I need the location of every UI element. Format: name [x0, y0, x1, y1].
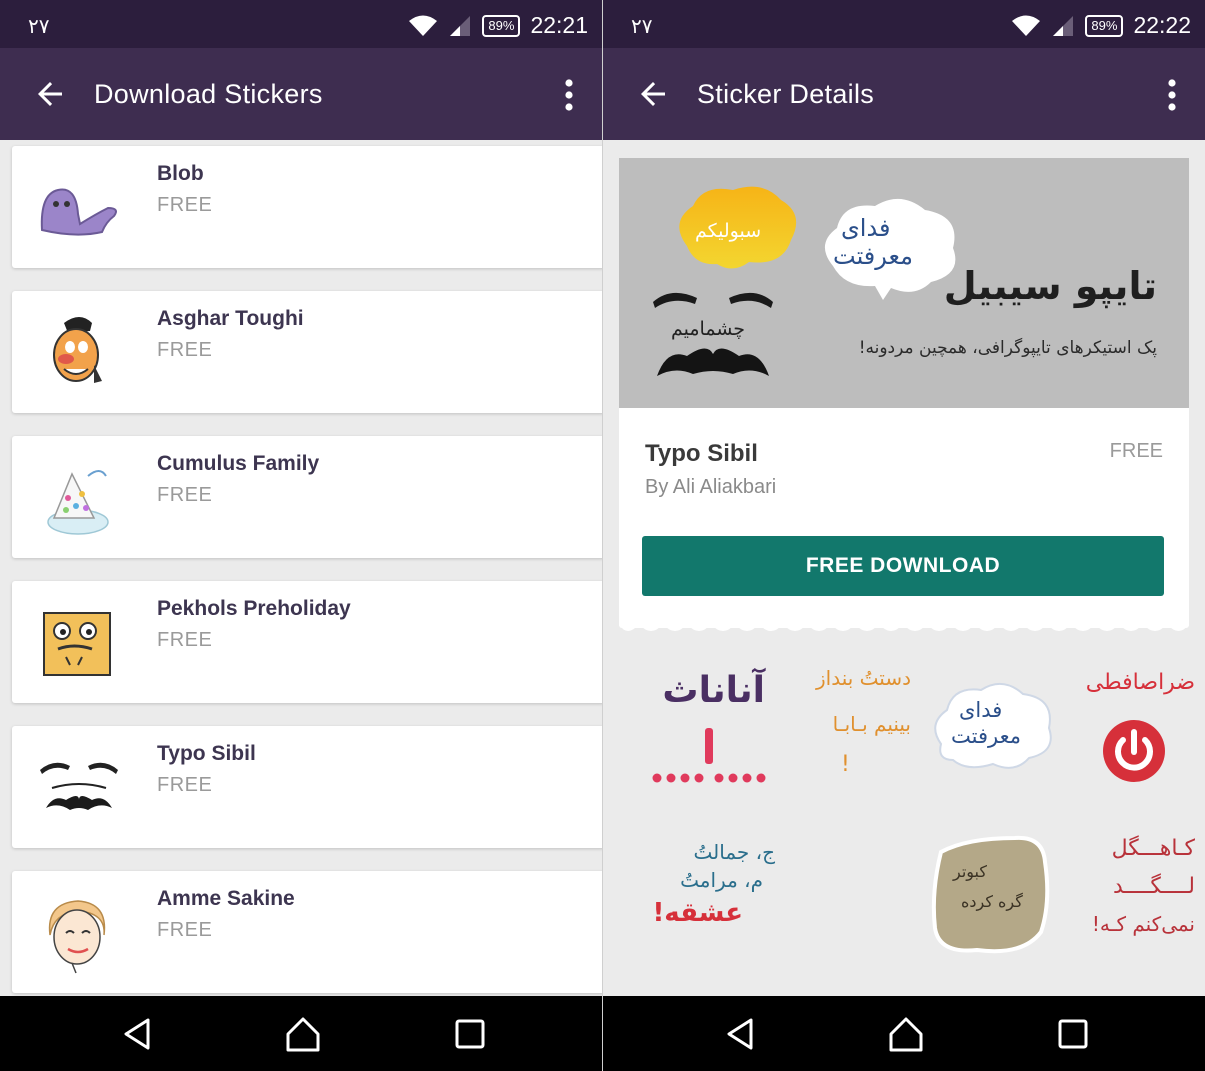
sticker-detail-card: سبولیکم فدای معرفتت چشمامیم تایپو سیبیل … [619, 158, 1189, 628]
sticker-name: Blob [157, 162, 204, 185]
nav-back-icon[interactable] [118, 1014, 158, 1054]
banner-cloud-text-1: فدای [841, 214, 891, 242]
banner-title: تایپو سیبیل [943, 264, 1157, 308]
sticker-price: FREE [157, 194, 213, 216]
arrow-left-icon[interactable] [635, 76, 671, 112]
sticker-preview[interactable]: کـاهـــگل لــــگــــد نمی‌کنم کـه! [1073, 836, 1197, 956]
sticker-pack-author: By Ali Aliakbari [645, 476, 777, 498]
sticker-pack-price: FREE [1109, 440, 1163, 462]
battery-indicator: 89% [1085, 14, 1124, 37]
sticker-list-item[interactable]: Typo Sibil FREE [12, 726, 602, 848]
download-stickers-screen: ۲۷ 89% 22:21 Download Stickers Blob FREE [0, 0, 602, 1071]
sticker-text: لــــگــــد [1113, 874, 1195, 899]
sticker-text: گره کرده [961, 892, 1023, 911]
card-scallop-edge [619, 620, 1189, 631]
sticker-preview-grid: آناناث دستتُ بنداز بینیم بـابـا ! فدای م… [603, 640, 1205, 1000]
sticker-price: FREE [157, 919, 213, 941]
sticker-list-item[interactable]: Blob FREE [12, 146, 602, 268]
exclamation-dots-icon [652, 728, 766, 783]
sticker-name: Asghar Toughi [157, 307, 304, 330]
wifi-icon [409, 15, 438, 36]
mustache-sticker-icon [40, 762, 118, 810]
sticker-text: کـاهـــگل [1111, 836, 1195, 861]
sticker-text: ضراصافطی [1085, 670, 1195, 695]
sticker-details-screen: ۲۷ 89% 22:22 Sticker Details سبولیکم فدا… [603, 0, 1205, 1071]
more-vert-icon[interactable] [1167, 78, 1177, 112]
sticker-pack-name: Typo Sibil [645, 440, 758, 467]
sticker-list-item[interactable]: Asghar Toughi FREE [12, 291, 602, 413]
sticker-price: FREE [157, 629, 213, 651]
sticker-list-item[interactable]: Cumulus Family FREE [12, 436, 602, 558]
sticker-preview[interactable]: آناناث [641, 670, 771, 800]
status-bar: ۲۷ 89% 22:21 [0, 0, 602, 48]
sticker-list-item[interactable]: Pekhols Preholiday FREE [12, 581, 602, 703]
sticker-text: کبوتر [953, 862, 987, 881]
clock: 22:22 [1133, 12, 1191, 38]
sticker-text: بینیم بـابـا [832, 712, 911, 736]
sticker-price: FREE [157, 774, 213, 796]
page-title: Download Stickers [94, 79, 323, 109]
pekhols-sticker-icon [43, 612, 111, 676]
sticker-text: معرفتت [951, 724, 1021, 748]
arrow-left-icon[interactable] [32, 76, 68, 112]
sticker-preview[interactable]: ج، جمالتُ م، مرامتُ عشقه! [641, 840, 781, 950]
signal-icon [1053, 15, 1074, 36]
sticker-name: Typo Sibil [157, 742, 256, 765]
nav-recents-icon[interactable] [450, 1014, 490, 1054]
system-nav-bar [603, 996, 1205, 1071]
sticker-price: FREE [157, 484, 213, 506]
banner-mustache-text: چشمامیم [671, 318, 746, 340]
status-bar: ۲۷ 89% 22:22 [603, 0, 1205, 48]
sticker-text: آناناث [662, 670, 765, 711]
nav-home-icon[interactable] [886, 1014, 926, 1054]
sticker-text: فدای [959, 698, 1003, 722]
sticker-text: نمی‌کنم کـه! [1091, 912, 1195, 936]
clock: 22:21 [530, 12, 588, 38]
sticker-text: دستتُ بنداز [815, 666, 911, 690]
power-icon [1103, 720, 1165, 782]
notification-indicator: ۲۷ [28, 14, 50, 38]
sticker-name: Amme Sakine [157, 887, 295, 910]
sticker-banner: سبولیکم فدای معرفتت چشمامیم تایپو سیبیل … [619, 158, 1189, 408]
sticker-name: Pekhols Preholiday [157, 597, 351, 620]
battery-indicator: 89% [482, 14, 521, 37]
sticker-text: ج، جمالتُ [693, 840, 775, 864]
sticker-preview[interactable]: فدای معرفتت [927, 680, 1057, 780]
sticker-preview[interactable]: کبوتر گره کرده [927, 832, 1059, 962]
sticker-preview[interactable]: دستتُ بنداز بینیم بـابـا ! [779, 666, 915, 796]
sticker-preview[interactable]: ضراصافطی [1071, 666, 1195, 796]
system-nav-bar [0, 996, 602, 1071]
sticker-text: ! [841, 752, 850, 777]
signal-icon [450, 15, 471, 36]
sticker-list-item[interactable]: Amme Sakine FREE [12, 871, 602, 993]
sticker-text: م، مرامتُ [680, 868, 763, 892]
amme-sticker-icon [48, 900, 106, 974]
banner-subtitle: پک استیکرهای تایپوگرافی، همچین مردونه! [858, 338, 1157, 358]
sticker-name: Cumulus Family [157, 452, 320, 475]
wifi-icon [1012, 15, 1041, 36]
page-title: Sticker Details [697, 79, 875, 109]
blob-sticker-icon [40, 188, 117, 236]
free-download-button[interactable]: FREE DOWNLOAD [642, 536, 1164, 596]
nav-recents-icon[interactable] [1053, 1014, 1093, 1054]
notification-indicator: ۲۷ [631, 14, 653, 38]
sticker-price: FREE [157, 339, 213, 361]
nav-back-icon[interactable] [721, 1014, 761, 1054]
nav-home-icon[interactable] [283, 1014, 323, 1054]
app-bar: Sticker Details [603, 48, 1205, 140]
asghar-sticker-icon [53, 317, 102, 383]
more-vert-icon[interactable] [564, 78, 574, 112]
app-bar: Download Stickers [0, 48, 602, 140]
cumulus-sticker-icon [47, 470, 109, 535]
sticker-text: عشقه! [652, 898, 743, 928]
banner-bubble-text: سبولیکم [695, 220, 762, 242]
banner-cloud-text-2: معرفتت [833, 242, 913, 270]
